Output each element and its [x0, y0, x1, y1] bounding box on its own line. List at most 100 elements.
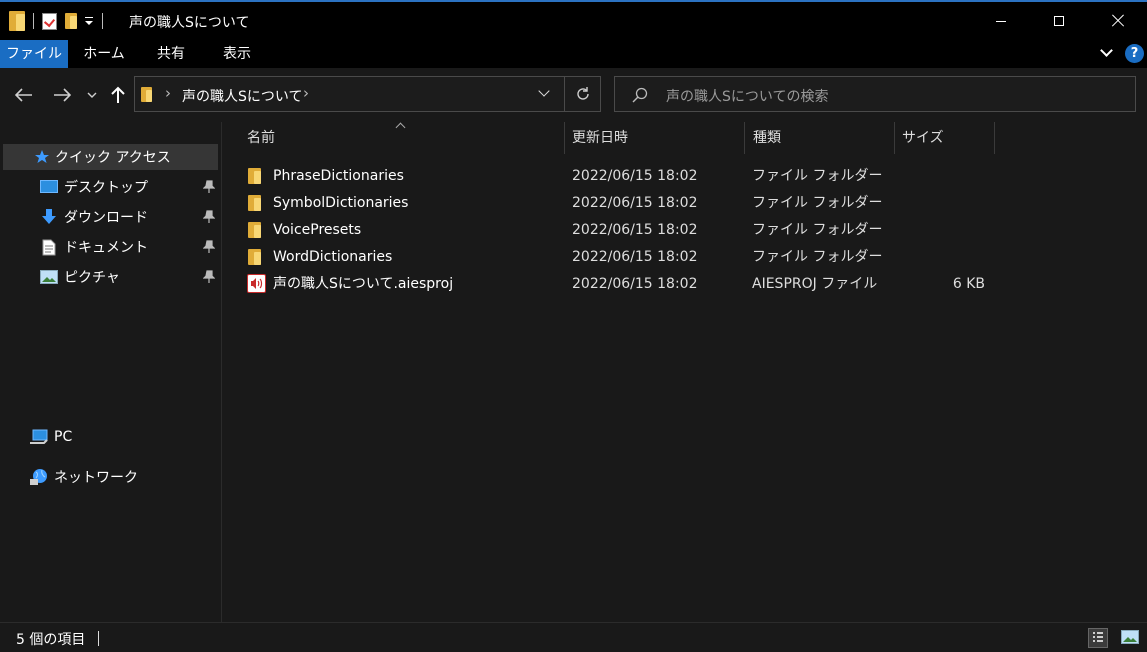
address-bar[interactable]: › 声の職人Sについて ›: [134, 76, 601, 112]
file-row[interactable]: WordDictionaries 2022/06/15 18:02 ファイル フ…: [222, 244, 1147, 270]
chevron-down-icon: [87, 92, 97, 98]
file-type: ファイル フォルダー: [752, 222, 883, 238]
column-divider[interactable]: [744, 122, 745, 154]
computer-icon: [30, 428, 48, 446]
file-name: WordDictionaries: [273, 249, 393, 265]
file-modified: 2022/06/15 18:02: [572, 249, 698, 265]
network-icon: [30, 468, 48, 486]
ribbon-expand-icon[interactable]: [1100, 44, 1113, 57]
folder-icon: [248, 168, 261, 184]
properties-icon[interactable]: [42, 12, 57, 30]
search-box[interactable]: 声の職人Sについての検索: [614, 76, 1136, 112]
desktop-icon: [40, 178, 58, 196]
pin-icon[interactable]: [203, 240, 215, 254]
pin-icon[interactable]: [203, 270, 215, 284]
file-modified: 2022/06/15 18:02: [572, 222, 698, 238]
column-header-name[interactable]: 名前: [247, 122, 275, 154]
folder-icon: [248, 249, 261, 265]
file-size: 6 KB: [952, 276, 985, 292]
new-folder-icon[interactable]: [65, 13, 77, 29]
window-title: 声の職人Sについて: [129, 15, 250, 31]
sort-ascending-icon: [395, 122, 406, 133]
sidebar-item-quick-access[interactable]: クイック アクセス: [3, 144, 218, 170]
file-list: 名前 更新日時 種類 サイズ PhraseDictionaries 2022/0…: [222, 122, 1147, 622]
file-name: SymbolDictionaries: [273, 195, 409, 211]
file-row[interactable]: PhraseDictionaries 2022/06/15 18:02 ファイル…: [222, 163, 1147, 189]
breadcrumb-current[interactable]: 声の職人Sについて: [182, 86, 302, 106]
forward-button[interactable]: [50, 82, 74, 108]
maximize-icon: [1054, 16, 1064, 26]
file-type: ファイル フォルダー: [752, 168, 883, 184]
star-icon: [33, 148, 51, 166]
pin-icon[interactable]: [203, 180, 215, 194]
sidebar-item-desktop[interactable]: デスクトップ: [40, 174, 148, 200]
tab-share[interactable]: 共有: [140, 40, 202, 68]
recent-locations-button[interactable]: [84, 82, 100, 108]
file-modified: 2022/06/15 18:02: [572, 276, 698, 292]
file-modified: 2022/06/15 18:02: [572, 168, 698, 184]
breadcrumb-chevron-icon[interactable]: ›: [303, 84, 309, 102]
column-header-type[interactable]: 種類: [753, 122, 781, 154]
column-divider[interactable]: [564, 122, 565, 154]
file-modified: 2022/06/15 18:02: [572, 195, 698, 211]
help-icon[interactable]: ?: [1125, 44, 1144, 63]
refresh-icon[interactable]: [575, 86, 591, 102]
column-divider[interactable]: [894, 122, 895, 154]
tab-file[interactable]: ファイル: [0, 40, 68, 68]
file-type: AIESPROJ ファイル: [752, 276, 878, 292]
search-icon: [632, 87, 648, 103]
minimize-button[interactable]: [978, 2, 1024, 40]
folder-icon: [248, 195, 261, 211]
column-header-modified[interactable]: 更新日時: [572, 122, 628, 154]
sidebar-item-documents[interactable]: ドキュメント: [40, 234, 148, 260]
arrow-up-icon: [111, 86, 125, 103]
column-divider[interactable]: [994, 122, 995, 154]
arrow-right-icon: [54, 88, 71, 102]
sidebar-item-pc[interactable]: PC: [30, 424, 72, 450]
file-type: ファイル フォルダー: [752, 249, 883, 265]
sidebar-item-downloads[interactable]: ダウンロード: [40, 204, 148, 230]
status-bar: 5 個の項目: [0, 622, 1147, 652]
sidebar-label: ダウンロード: [64, 210, 148, 226]
tab-home[interactable]: ホーム: [72, 40, 136, 68]
large-icons-view-button[interactable]: [1120, 628, 1140, 648]
address-folder-icon: [141, 87, 152, 102]
search-input[interactable]: 声の職人Sについての検索: [666, 86, 828, 106]
qat-separator: [102, 13, 103, 29]
arrow-left-icon: [15, 88, 32, 102]
details-view-button[interactable]: [1088, 628, 1108, 648]
audio-project-icon: [247, 274, 266, 293]
sidebar-label: ピクチャ: [64, 270, 120, 286]
back-button[interactable]: [12, 82, 36, 108]
title-bar[interactable]: 声の職人Sについて: [0, 2, 1147, 40]
item-count: 5 個の項目: [16, 632, 86, 648]
file-row[interactable]: VoicePresets 2022/06/15 18:02 ファイル フォルダー: [222, 217, 1147, 243]
status-separator: [98, 631, 99, 646]
ribbon-tabs: ファイル ホーム 共有 表示 ?: [0, 40, 1147, 68]
navigation-bar: › 声の職人Sについて › 声の職人Sについての検索: [0, 68, 1147, 122]
address-divider: [564, 77, 565, 111]
column-header-size[interactable]: サイズ: [902, 122, 944, 154]
sidebar-item-pictures[interactable]: ピクチャ: [40, 264, 120, 290]
qat-separator: [33, 13, 34, 29]
details-view-icon: [1093, 632, 1103, 642]
address-dropdown-icon[interactable]: [538, 85, 550, 97]
window-folder-icon: [9, 11, 25, 31]
close-button[interactable]: [1095, 2, 1141, 40]
up-button[interactable]: [106, 82, 130, 108]
sidebar-item-network[interactable]: ネットワーク: [30, 464, 138, 490]
folder-icon: [248, 222, 261, 238]
quick-access-toolbar: [9, 11, 103, 31]
breadcrumb-chevron-icon[interactable]: ›: [165, 84, 171, 102]
file-row[interactable]: SymbolDictionaries 2022/06/15 18:02 ファイル…: [222, 190, 1147, 216]
pictures-icon: [40, 268, 58, 286]
sidebar-label: ドキュメント: [64, 240, 148, 256]
maximize-button[interactable]: [1036, 2, 1082, 40]
qat-customize-icon[interactable]: [85, 16, 94, 26]
sidebar-label: デスクトップ: [64, 180, 148, 196]
tab-view[interactable]: 表示: [206, 40, 268, 68]
file-name: VoicePresets: [273, 222, 362, 238]
sidebar-label: PC: [54, 429, 73, 445]
file-row[interactable]: 声の職人Sについて.aiesproj 2022/06/15 18:02 AIES…: [222, 271, 1147, 297]
pin-icon[interactable]: [203, 210, 215, 224]
